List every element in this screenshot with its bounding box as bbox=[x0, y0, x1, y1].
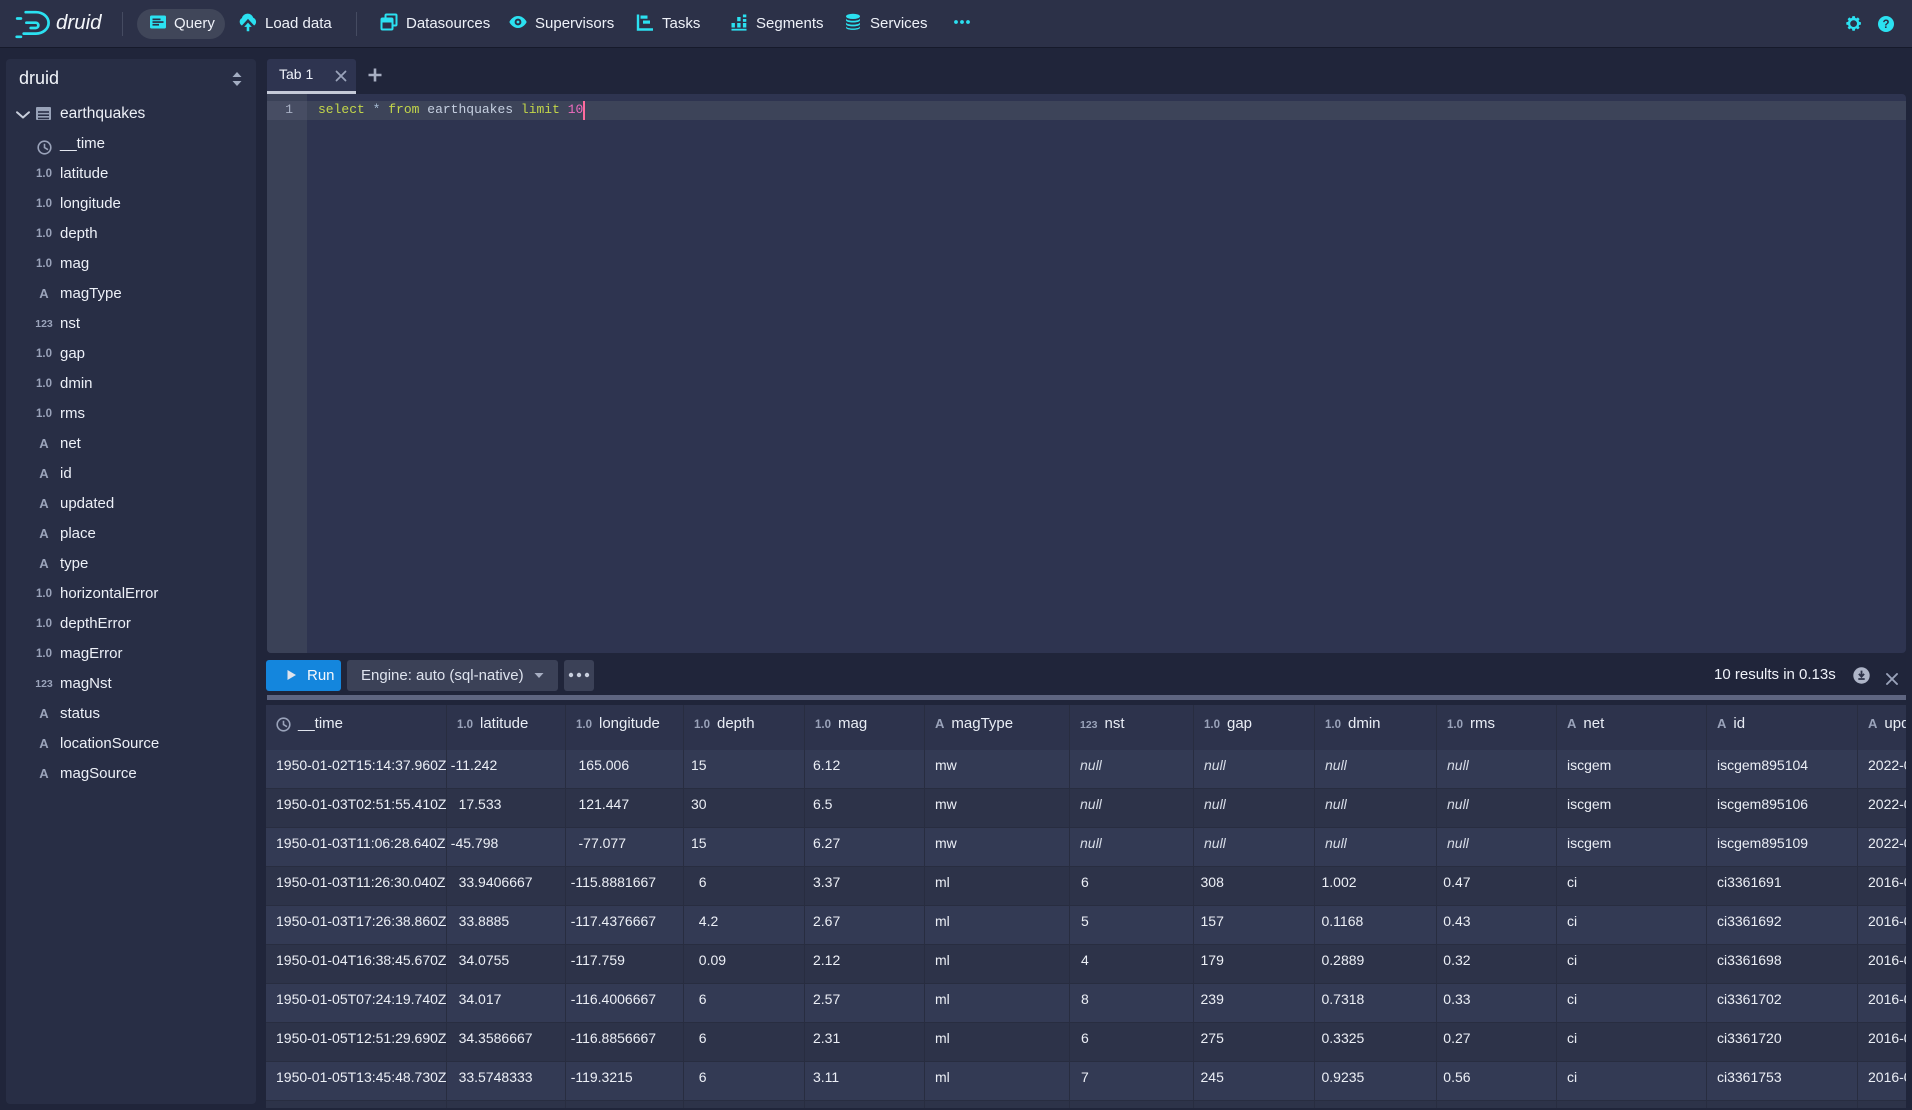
svg-text:?: ? bbox=[1882, 19, 1889, 31]
